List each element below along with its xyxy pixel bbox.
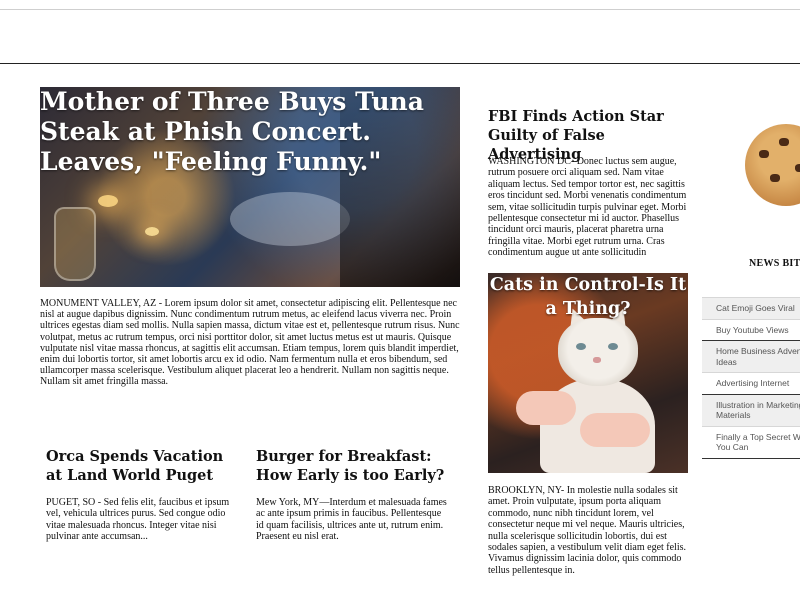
cookie-image [745, 124, 800, 206]
top-divider [0, 9, 800, 10]
wine-glass [54, 207, 96, 281]
orca-story-body: PUGET, SO - Sed felis elit, faucibus et … [46, 497, 230, 543]
lead-story-headline[interactable]: Mother of Three Buys Tuna Steak at Phish… [40, 87, 435, 177]
holding-hand [516, 391, 576, 425]
news-bits-list: Cat Emoji Goes Viral Buy Youtube Views H… [702, 297, 800, 459]
chocolate-chip [795, 164, 800, 172]
news-bit-link[interactable]: Cat Emoji Goes Viral [702, 298, 800, 320]
lead-story-body: MONUMENT VALLEY, AZ - Lorem ipsum dolor … [40, 298, 460, 388]
lead-story-image[interactable]: Mother of Three Buys Tuna Steak at Phish… [40, 87, 460, 287]
burger-story-body: Mew York, MY—Interdum et malesuada fames… [256, 497, 447, 543]
burger-story-headline[interactable]: Burger for Breakfast: How Early is too E… [256, 447, 456, 485]
cat-nose [593, 357, 601, 363]
dinner-plate [230, 192, 350, 246]
cat-story-headline[interactable]: Cats in Control-Is It a Thing? [488, 273, 688, 321]
holding-hand [580, 413, 650, 447]
news-bit-link[interactable]: Illustration in Marketing Materials [702, 394, 800, 427]
candle-glow [145, 227, 159, 236]
cat-eye [576, 343, 586, 350]
news-bit-link[interactable]: Home Business Adventure Ideas [702, 341, 800, 373]
chocolate-chip [779, 138, 789, 146]
news-bit-link[interactable]: Finally a Top Secret Way You Can [702, 427, 800, 459]
fbi-story-body: WASHINGTON DC- Donec luctus sem augue, r… [488, 156, 687, 259]
news-bit-link[interactable]: Buy Youtube Views [702, 320, 800, 341]
chocolate-chip [759, 150, 769, 158]
news-bits-heading: NEWS BITS [749, 258, 800, 269]
orca-story-headline[interactable]: Orca Spends Vacation at Land World Puget [46, 447, 241, 485]
cat-story-body: BROOKLYN, NY- In molestie nulla sodales … [488, 485, 687, 576]
candle-glow [98, 195, 118, 207]
header-divider [0, 63, 800, 64]
cat-story-image[interactable]: Cats in Control-Is It a Thing? [488, 273, 688, 473]
cat-eye [608, 343, 618, 350]
news-bit-link[interactable]: Advertising Internet [702, 373, 800, 395]
cat-face [558, 318, 638, 386]
chocolate-chip [770, 174, 780, 182]
